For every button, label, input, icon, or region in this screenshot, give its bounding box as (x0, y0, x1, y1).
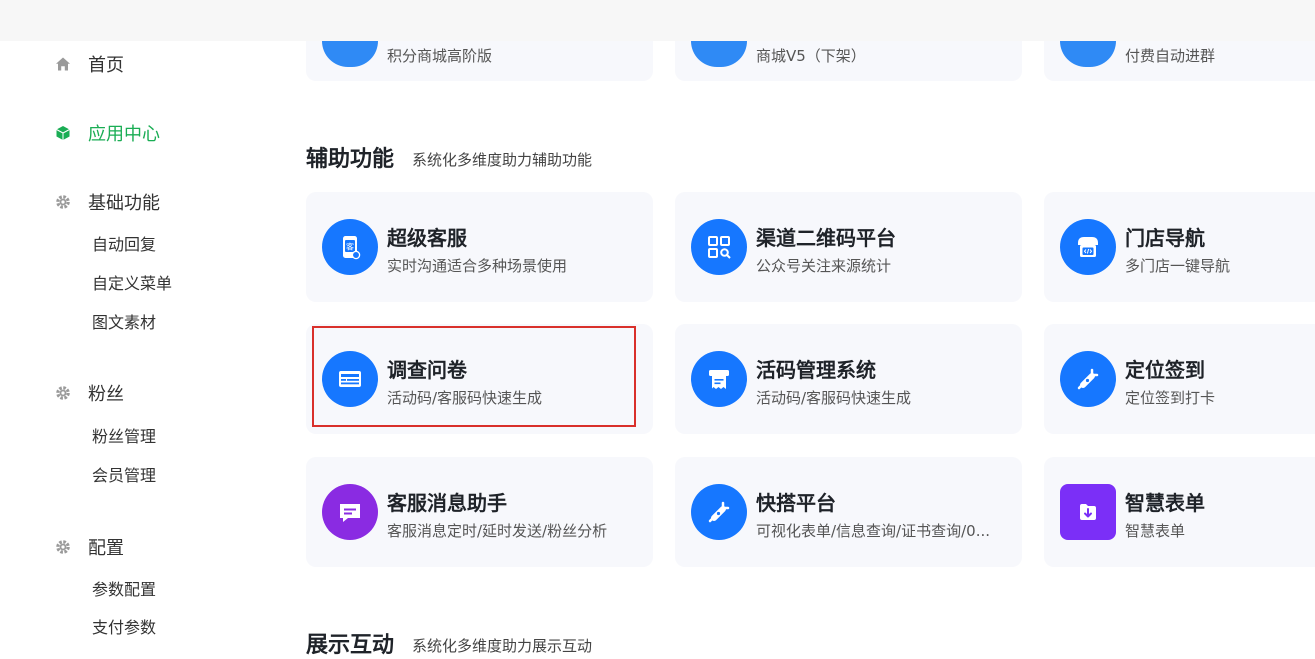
sidebar-item-label: 首页 (88, 55, 124, 76)
sidebar-item-app-center[interactable]: 应用中心 (54, 122, 160, 145)
sidebar-item-fans[interactable]: 粉丝 (54, 382, 124, 405)
customer-service-icon: 客 (322, 219, 378, 275)
sidebar: 首页 应用中心 基础功能 自动回复 自定义菜单 图文素材 粉丝 粉丝管理 会员管… (0, 41, 257, 659)
app-card-desc: 客服消息定时/延时发送/粉丝分析 (387, 522, 608, 540)
app-card-desc: 可视化表单/信息查询/证书查询/0... (756, 522, 991, 540)
sidebar-item-label: 基础功能 (88, 193, 160, 214)
app-card-location-checkin[interactable]: 定位签到 定位签到打卡 (1044, 324, 1315, 434)
section-title-aux: 辅助功能 (306, 147, 395, 172)
app-card-title: 定位签到 (1125, 358, 1205, 382)
app-card-smart-form[interactable]: 智慧表单 智慧表单 (1044, 457, 1315, 567)
section-subtitle-aux: 系统化多维度助力辅助功能 (412, 151, 593, 169)
app-card-title: 门店导航 (1125, 226, 1205, 250)
app-card-channel-qrcode[interactable]: 渠道二维码平台 公众号关注来源统计 (675, 192, 1022, 302)
app-card-desc: 实时沟通适合多种场景使用 (387, 257, 568, 275)
sidebar-subitem-member-manage[interactable]: 会员管理 (92, 466, 156, 486)
cube-icon (54, 124, 72, 142)
app-card-title: 活码管理系统 (756, 358, 876, 382)
qrcode-icon (691, 219, 747, 275)
app-card-live-code[interactable]: 活码管理系统 活动码/客服码快速生成 (675, 324, 1022, 434)
survey-icon (322, 351, 378, 407)
home-icon (54, 55, 72, 73)
app-card-quick-build[interactable]: 快搭平台 可视化表单/信息查询/证书查询/0... (675, 457, 1022, 567)
location-icon (1060, 351, 1116, 407)
sidebar-item-basic[interactable]: 基础功能 (54, 191, 160, 214)
sidebar-subitem-payment-params[interactable]: 支付参数 (92, 618, 156, 638)
store-icon (1060, 219, 1116, 275)
sidebar-subitem-auto-reply[interactable]: 自动回复 (92, 235, 156, 255)
app-card-desc: 商城V5（下架） (756, 47, 866, 65)
app-icon (1060, 41, 1116, 67)
app-icon (322, 41, 378, 67)
app-card-desc: 活动码/客服码快速生成 (756, 389, 912, 407)
app-card-desc: 付费自动进群 (1125, 47, 1216, 65)
section-title-display: 展示互动 (306, 633, 395, 658)
app-card-desc: 定位签到打卡 (1125, 389, 1216, 407)
svg-text:客: 客 (346, 242, 354, 252)
app-card-message-assistant[interactable]: 客服消息助手 客服消息定时/延时发送/粉丝分析 (306, 457, 653, 567)
section-subtitle-display: 系统化多维度助力展示互动 (412, 637, 593, 655)
app-card-title: 快搭平台 (756, 491, 836, 515)
gear-icon (54, 538, 72, 556)
gear-icon (54, 193, 72, 211)
app-card-paid-group[interactable]: 付费自动进群 (1044, 41, 1315, 81)
top-bar (0, 0, 1315, 41)
app-card-desc: 积分商城高阶版 (387, 47, 493, 65)
form-download-icon (1060, 484, 1116, 540)
sidebar-subitem-custom-menu[interactable]: 自定义菜单 (92, 274, 172, 294)
sidebar-item-label: 应用中心 (88, 124, 160, 145)
app-card-points-mall[interactable]: 积分商城高阶版 (306, 41, 653, 81)
app-card-desc: 多门店一键导航 (1125, 257, 1231, 275)
app-card-title: 智慧表单 (1125, 491, 1205, 515)
printer-icon (691, 351, 747, 407)
app-card-mall-v5[interactable]: 商城V5（下架） (675, 41, 1022, 81)
app-card-survey[interactable]: 调查问卷 活动码/客服码快速生成 (306, 324, 653, 434)
app-card-title: 客服消息助手 (387, 491, 507, 515)
app-card-super-customer-service[interactable]: 客 超级客服 实时沟通适合多种场景使用 (306, 192, 653, 302)
app-card-title: 超级客服 (387, 226, 467, 250)
sidebar-item-home[interactable]: 首页 (54, 53, 124, 76)
sidebar-item-label: 配置 (88, 538, 124, 559)
message-icon (322, 484, 378, 540)
app-card-title: 调查问卷 (387, 358, 467, 382)
gear-icon (54, 384, 72, 402)
sidebar-item-config[interactable]: 配置 (54, 536, 124, 559)
app-icon (691, 41, 747, 67)
app-card-desc: 公众号关注来源统计 (756, 257, 892, 275)
plug-icon (691, 484, 747, 540)
main-content: 积分商城高阶版 商城V5（下架） 付费自动进群 辅助功能 系统化多维度助力辅助功… (257, 41, 1315, 659)
app-card-desc: 活动码/客服码快速生成 (387, 389, 543, 407)
sidebar-subitem-fans-manage[interactable]: 粉丝管理 (92, 427, 156, 447)
app-card-title: 渠道二维码平台 (756, 226, 896, 250)
app-card-store-navigation[interactable]: 门店导航 多门店一键导航 (1044, 192, 1315, 302)
app-card-desc: 智慧表单 (1125, 522, 1186, 540)
sidebar-item-label: 粉丝 (88, 384, 124, 405)
sidebar-subitem-media[interactable]: 图文素材 (92, 313, 156, 333)
sidebar-subitem-param-config[interactable]: 参数配置 (92, 580, 156, 600)
